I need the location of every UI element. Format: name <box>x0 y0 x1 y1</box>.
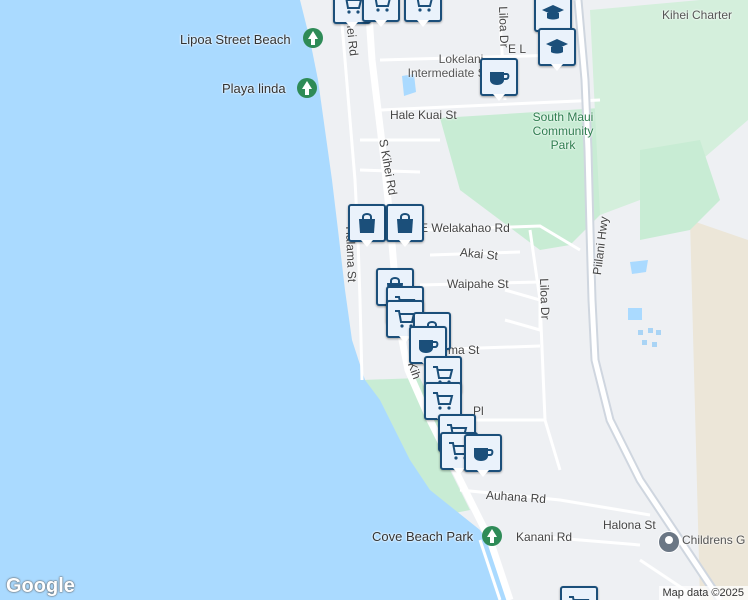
map-marker[interactable] <box>348 204 386 247</box>
place-label-childrens[interactable]: Childrens G <box>682 533 745 547</box>
place-label-south-maui-park[interactable]: South Maui Community Park <box>520 110 606 152</box>
map-marker[interactable] <box>480 58 518 101</box>
map-marker[interactable] <box>560 586 598 600</box>
street-label-liloa: Liloa Dr <box>537 278 553 320</box>
map-base-layer <box>0 0 748 600</box>
shopping-bag-icon <box>359 213 375 233</box>
google-logo: Google <box>6 575 75 597</box>
place-label-kihei-charter[interactable]: Kihei Charter <box>662 8 732 22</box>
map-marker[interactable] <box>538 28 576 71</box>
park-tree-icon <box>303 28 323 48</box>
coffee-cup-icon <box>474 448 494 461</box>
street-label-kanani: Kanani Rd <box>516 530 573 544</box>
shopping-bag-icon <box>397 213 413 233</box>
shopping-cart-icon <box>374 0 391 12</box>
park-tree-icon <box>482 526 502 546</box>
street-label-waipahe: Waipahe St <box>447 277 509 291</box>
coffee-cup-icon <box>490 72 510 85</box>
shopping-cart-icon <box>569 596 590 600</box>
shopping-cart-icon <box>416 0 433 12</box>
map-marker[interactable] <box>362 0 400 27</box>
coffee-cup-icon <box>419 340 439 353</box>
street-label-hale-kuai: Hale Kuai St <box>390 108 457 122</box>
school-icon <box>546 39 568 54</box>
street-label-ma-st: ma St <box>448 343 480 357</box>
map-marker[interactable] <box>404 0 442 27</box>
map-canvas[interactable]: ihei Rd S Kihei Rd Liloa Dr Liloa Dr E L… <box>0 0 748 600</box>
place-label-lipoa-beach[interactable]: Lipoa Street Beach <box>180 32 291 47</box>
map-attribution[interactable]: Map data ©2025 <box>658 586 748 600</box>
shopping-cart-icon <box>345 0 363 14</box>
shopping-cart-icon <box>433 392 454 410</box>
park-tree-icon <box>297 78 317 98</box>
street-label-halona: Halona St <box>603 518 656 532</box>
place-label-cove-beach-park[interactable]: Cove Beach Park <box>372 529 473 544</box>
map-marker[interactable] <box>464 434 502 477</box>
street-label-welakahao: E Welakahao Rd <box>420 221 510 235</box>
school-icon <box>542 5 564 20</box>
map-marker[interactable] <box>386 204 424 247</box>
childrens-place-icon <box>658 531 680 553</box>
place-label-playa-linda[interactable]: Playa linda <box>222 81 286 96</box>
